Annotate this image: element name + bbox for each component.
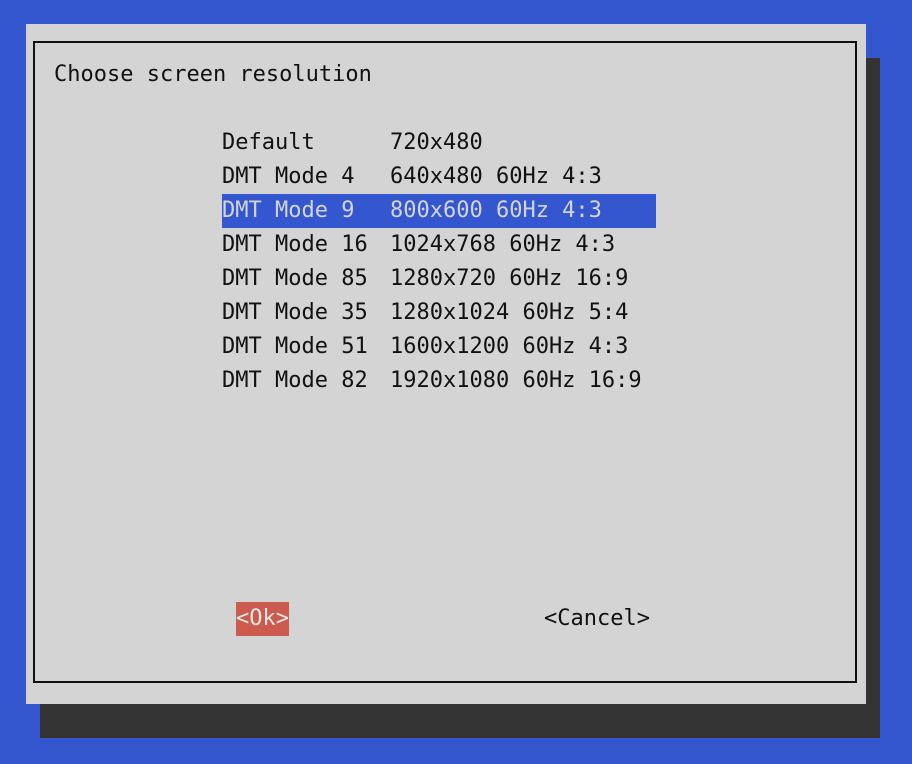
menu-item-dmt-mode-82[interactable]: DMT Mode 82 1920x1080 60Hz 16:9 <box>222 364 656 398</box>
menu-item-dmt-mode-9[interactable]: DMT Mode 9 800x600 60Hz 4:3 <box>222 194 656 228</box>
menu-item-dmt-mode-35[interactable]: DMT Mode 35 1280x1024 60Hz 5:4 <box>222 296 656 330</box>
menu-item-desc: 1600x1200 60Hz 4:3 <box>390 334 629 359</box>
menu-item-desc: 800x600 60Hz 4:3 <box>390 198 602 223</box>
menu-item-dmt-mode-16[interactable]: DMT Mode 16 1024x768 60Hz 4:3 <box>222 228 656 262</box>
ok-button[interactable]: <Ok> <box>236 602 289 636</box>
resolution-menu: Default 720x480 DMT Mode 4 640x480 60Hz 4:… <box>222 126 656 398</box>
menu-item-desc: 640x480 60Hz 4:3 <box>390 164 602 189</box>
menu-item-tag: DMT Mode 82 <box>222 368 368 393</box>
menu-item-tag: DMT Mode 35 <box>222 300 368 325</box>
menu-item-tag: DMT Mode 9 <box>222 198 355 223</box>
menu-item-tag: Default <box>222 130 315 155</box>
menu-item-tag: DMT Mode 4 <box>222 164 355 189</box>
menu-item-desc: 720x480 <box>390 130 483 155</box>
menu-item-desc: 1280x1024 60Hz 5:4 <box>390 300 629 325</box>
menu-item-default[interactable]: Default 720x480 <box>222 126 656 160</box>
resolution-dialog: Choose screen resolution Default 720x480 … <box>26 24 866 704</box>
menu-item-dmt-mode-51[interactable]: DMT Mode 51 1600x1200 60Hz 4:3 <box>222 330 656 364</box>
menu-item-tag: DMT Mode 85 <box>222 266 368 291</box>
menu-item-tag: DMT Mode 51 <box>222 334 368 359</box>
menu-item-dmt-mode-85[interactable]: DMT Mode 85 1280x720 60Hz 16:9 <box>222 262 656 296</box>
dialog-title: Choose screen resolution <box>54 62 372 87</box>
menu-item-desc: 1920x1080 60Hz 16:9 <box>390 368 642 393</box>
menu-item-desc: 1024x768 60Hz 4:3 <box>390 232 616 257</box>
cancel-button[interactable]: <Cancel> <box>544 602 650 636</box>
menu-item-dmt-mode-4[interactable]: DMT Mode 4 640x480 60Hz 4:3 <box>222 160 656 194</box>
menu-item-tag: DMT Mode 16 <box>222 232 368 257</box>
menu-item-desc: 1280x720 60Hz 16:9 <box>390 266 629 291</box>
